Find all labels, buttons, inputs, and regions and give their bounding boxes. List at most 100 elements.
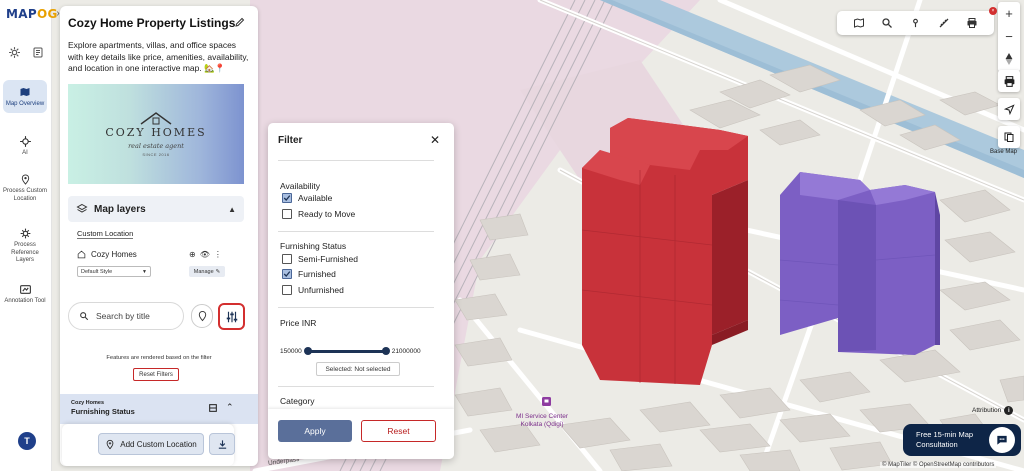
zoom-out-button[interactable]: − [1005, 29, 1013, 44]
zoom-to-layer-icon[interactable]: ⊕ [189, 250, 196, 259]
rail-top-icons [6, 44, 46, 64]
download-button[interactable] [209, 433, 235, 455]
app-logo[interactable]: MAPOG [6, 7, 58, 21]
checkbox-unchecked-icon [282, 209, 292, 219]
print-icon[interactable] [965, 16, 979, 30]
furnishing-status-group[interactable]: Cozy Homes Furnishing Status ⌃ [60, 394, 258, 424]
more-options-icon[interactable]: ⋮ [214, 250, 222, 259]
home-pin-icon [77, 250, 86, 259]
grid-icon[interactable] [208, 403, 218, 413]
banner-subtitle: real estate agent [128, 142, 184, 150]
search-input[interactable]: Search by title [68, 302, 184, 330]
price-min: 150000 [280, 347, 302, 355]
divider [278, 307, 434, 308]
free-consultation-widget[interactable]: Free 15-min Map Consultation [903, 424, 1021, 456]
side-panel: Cozy Home Property Listings Explore apar… [60, 6, 258, 466]
panel-description: Explore apartments, villas, and office s… [68, 40, 249, 73]
availability-label: Availability [280, 181, 321, 191]
slider-track[interactable] [303, 346, 390, 355]
price-max: 21000000 [391, 347, 421, 355]
slider-handle-min[interactable] [303, 346, 312, 355]
divider [278, 386, 434, 387]
print-icon [1004, 75, 1014, 87]
location-pin-icon [17, 172, 33, 186]
reset-filters-button[interactable]: Reset Filters [133, 368, 179, 381]
layer-actions: ⊕ 👁 ⋮ [189, 250, 222, 259]
info-icon: i [1004, 406, 1014, 415]
add-location-icon [106, 439, 114, 449]
selected-range-badge: Selected: Not selected [316, 362, 400, 376]
filter-title: Filter [278, 135, 303, 146]
building-3d-purple [779, 172, 940, 355]
chevron-up-icon[interactable]: ⌃ [226, 402, 234, 413]
checkbox-furnished[interactable]: Furnished [282, 269, 336, 279]
rail-item-map-overview[interactable]: Map Overview [3, 80, 47, 113]
map-toolbar: × [837, 7, 997, 35]
apply-button[interactable]: Apply [278, 420, 352, 442]
price-range-slider[interactable]: 150000 21000000 [280, 345, 440, 357]
checkbox-unchecked-icon [282, 285, 292, 295]
panel-bottom-bar: Add Custom Location [62, 424, 235, 466]
close-toolbar-badge[interactable]: × [989, 7, 997, 15]
checkbox-semi-furnished[interactable]: Semi-Furnished [282, 254, 358, 264]
banner-title: COZY HOMES [105, 126, 207, 139]
measure-icon[interactable] [937, 16, 951, 30]
rail-item-process-reference-layers[interactable]: Process Reference Layers [3, 226, 47, 265]
chevron-down-icon: ▼ [142, 268, 147, 275]
chat-bubble-icon[interactable] [989, 427, 1015, 453]
sliders-icon [226, 311, 237, 322]
furnishing-status-label: Furnishing Status [280, 241, 347, 251]
edit-pencil-icon[interactable] [234, 16, 246, 28]
rail-item-ai[interactable]: AI [3, 134, 47, 158]
category-label: Category [280, 396, 315, 406]
left-rail: MAPOG Map Overview AI Process Custom Loc… [0, 0, 57, 471]
divider [278, 231, 434, 232]
checkbox-ready-to-move[interactable]: Ready to Move [282, 209, 355, 219]
location-filter-button[interactable] [191, 304, 213, 328]
cover-banner-image: COZY HOMES real estate agent SINCE 2016 [68, 84, 244, 184]
compass-icon[interactable] [1004, 52, 1014, 68]
attribution-toggle[interactable]: Attribution i [972, 406, 1014, 415]
ai-icon [17, 134, 33, 148]
manage-icon: ✎ [215, 268, 221, 275]
basemap-button[interactable] [998, 126, 1020, 148]
zoom-in-button[interactable]: + [1005, 6, 1013, 21]
rail-item-process-custom-location[interactable]: Process Custom Location [3, 172, 47, 203]
visibility-eye-icon[interactable]: 👁 [200, 250, 210, 259]
reset-button[interactable]: Reset [361, 420, 436, 442]
manage-button[interactable]: Manage ✎ [189, 266, 225, 277]
document-icon[interactable] [30, 44, 46, 60]
geolocate-button[interactable] [998, 98, 1020, 120]
settings-icon[interactable] [6, 44, 22, 60]
basemap-icon [1004, 132, 1014, 142]
style-select[interactable]: Default Style ▼ [77, 266, 151, 277]
add-custom-location-button[interactable]: Add Custom Location [98, 433, 204, 455]
filter-footer: Apply Reset [268, 409, 454, 459]
collapse-chevron-icon[interactable]: › [52, 8, 64, 22]
avatar[interactable]: T [18, 432, 36, 450]
map-view-icon[interactable] [852, 16, 866, 30]
collapse-caret-icon[interactable]: ▲ [228, 205, 236, 214]
checkbox-unchecked-icon [282, 254, 292, 264]
pin-icon [198, 310, 206, 322]
checkbox-available[interactable]: Available [282, 193, 332, 203]
custom-location-tab[interactable]: Custom Location [77, 229, 134, 239]
slider-handle-max[interactable] [381, 346, 390, 355]
search-icon [80, 312, 89, 321]
close-icon[interactable]: ✕ [430, 133, 440, 147]
map-credits[interactable]: © MapTiler © OpenStreetMap contributors [880, 462, 997, 468]
panel-title: Cozy Home Property Listings [68, 16, 236, 30]
divider [278, 160, 434, 161]
download-icon [218, 439, 226, 449]
checkbox-unfurnished[interactable]: Unfurnished [282, 285, 344, 295]
location-icon[interactable] [908, 16, 922, 30]
rail-item-annotation-tool[interactable]: Annotation Tool [3, 282, 47, 306]
filter-note: Features are rendered based on the filte… [106, 355, 212, 361]
price-label: Price INR [280, 318, 317, 328]
search-icon[interactable] [880, 16, 894, 30]
map-layers-header[interactable]: Map layers ▲ [68, 196, 244, 222]
filter-button[interactable] [218, 303, 245, 330]
annotation-icon [17, 282, 33, 296]
layers-process-icon [17, 226, 33, 240]
print-button[interactable] [998, 70, 1020, 92]
